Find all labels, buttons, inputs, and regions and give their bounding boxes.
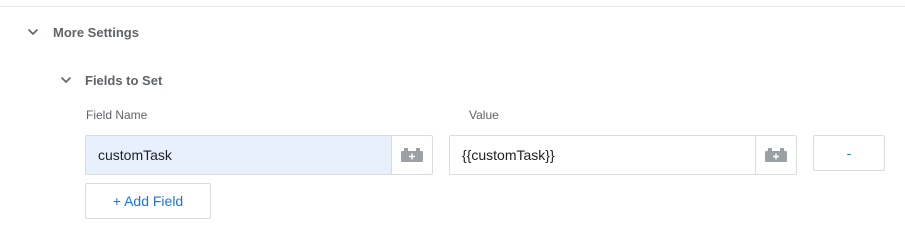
top-divider <box>0 6 905 7</box>
lego-brick-plus-icon <box>401 148 423 162</box>
more-settings-title: More Settings <box>53 24 139 40</box>
lego-brick-plus-icon <box>765 148 787 162</box>
remove-field-button[interactable]: - <box>813 135 885 171</box>
fields-to-set-toggle[interactable]: Fields to Set <box>58 72 162 88</box>
value-variable-picker-button[interactable] <box>755 135 797 175</box>
field-name-group <box>85 135 433 175</box>
tag-settings-panel: More Settings Fields to Set Field Name V… <box>0 0 905 244</box>
field-name-input[interactable] <box>85 135 391 175</box>
chevron-down-icon <box>28 29 38 35</box>
add-field-button[interactable]: + Add Field <box>85 183 211 219</box>
value-input[interactable] <box>449 135 755 175</box>
chevron-down-icon <box>61 77 71 83</box>
field-name-column-label: Field Name <box>86 108 148 122</box>
more-settings-toggle[interactable]: More Settings <box>25 24 139 40</box>
value-column-label: Value <box>469 108 499 122</box>
fields-to-set-title: Fields to Set <box>85 72 163 88</box>
field-name-variable-picker-button[interactable] <box>391 135 433 175</box>
value-group <box>449 135 797 175</box>
